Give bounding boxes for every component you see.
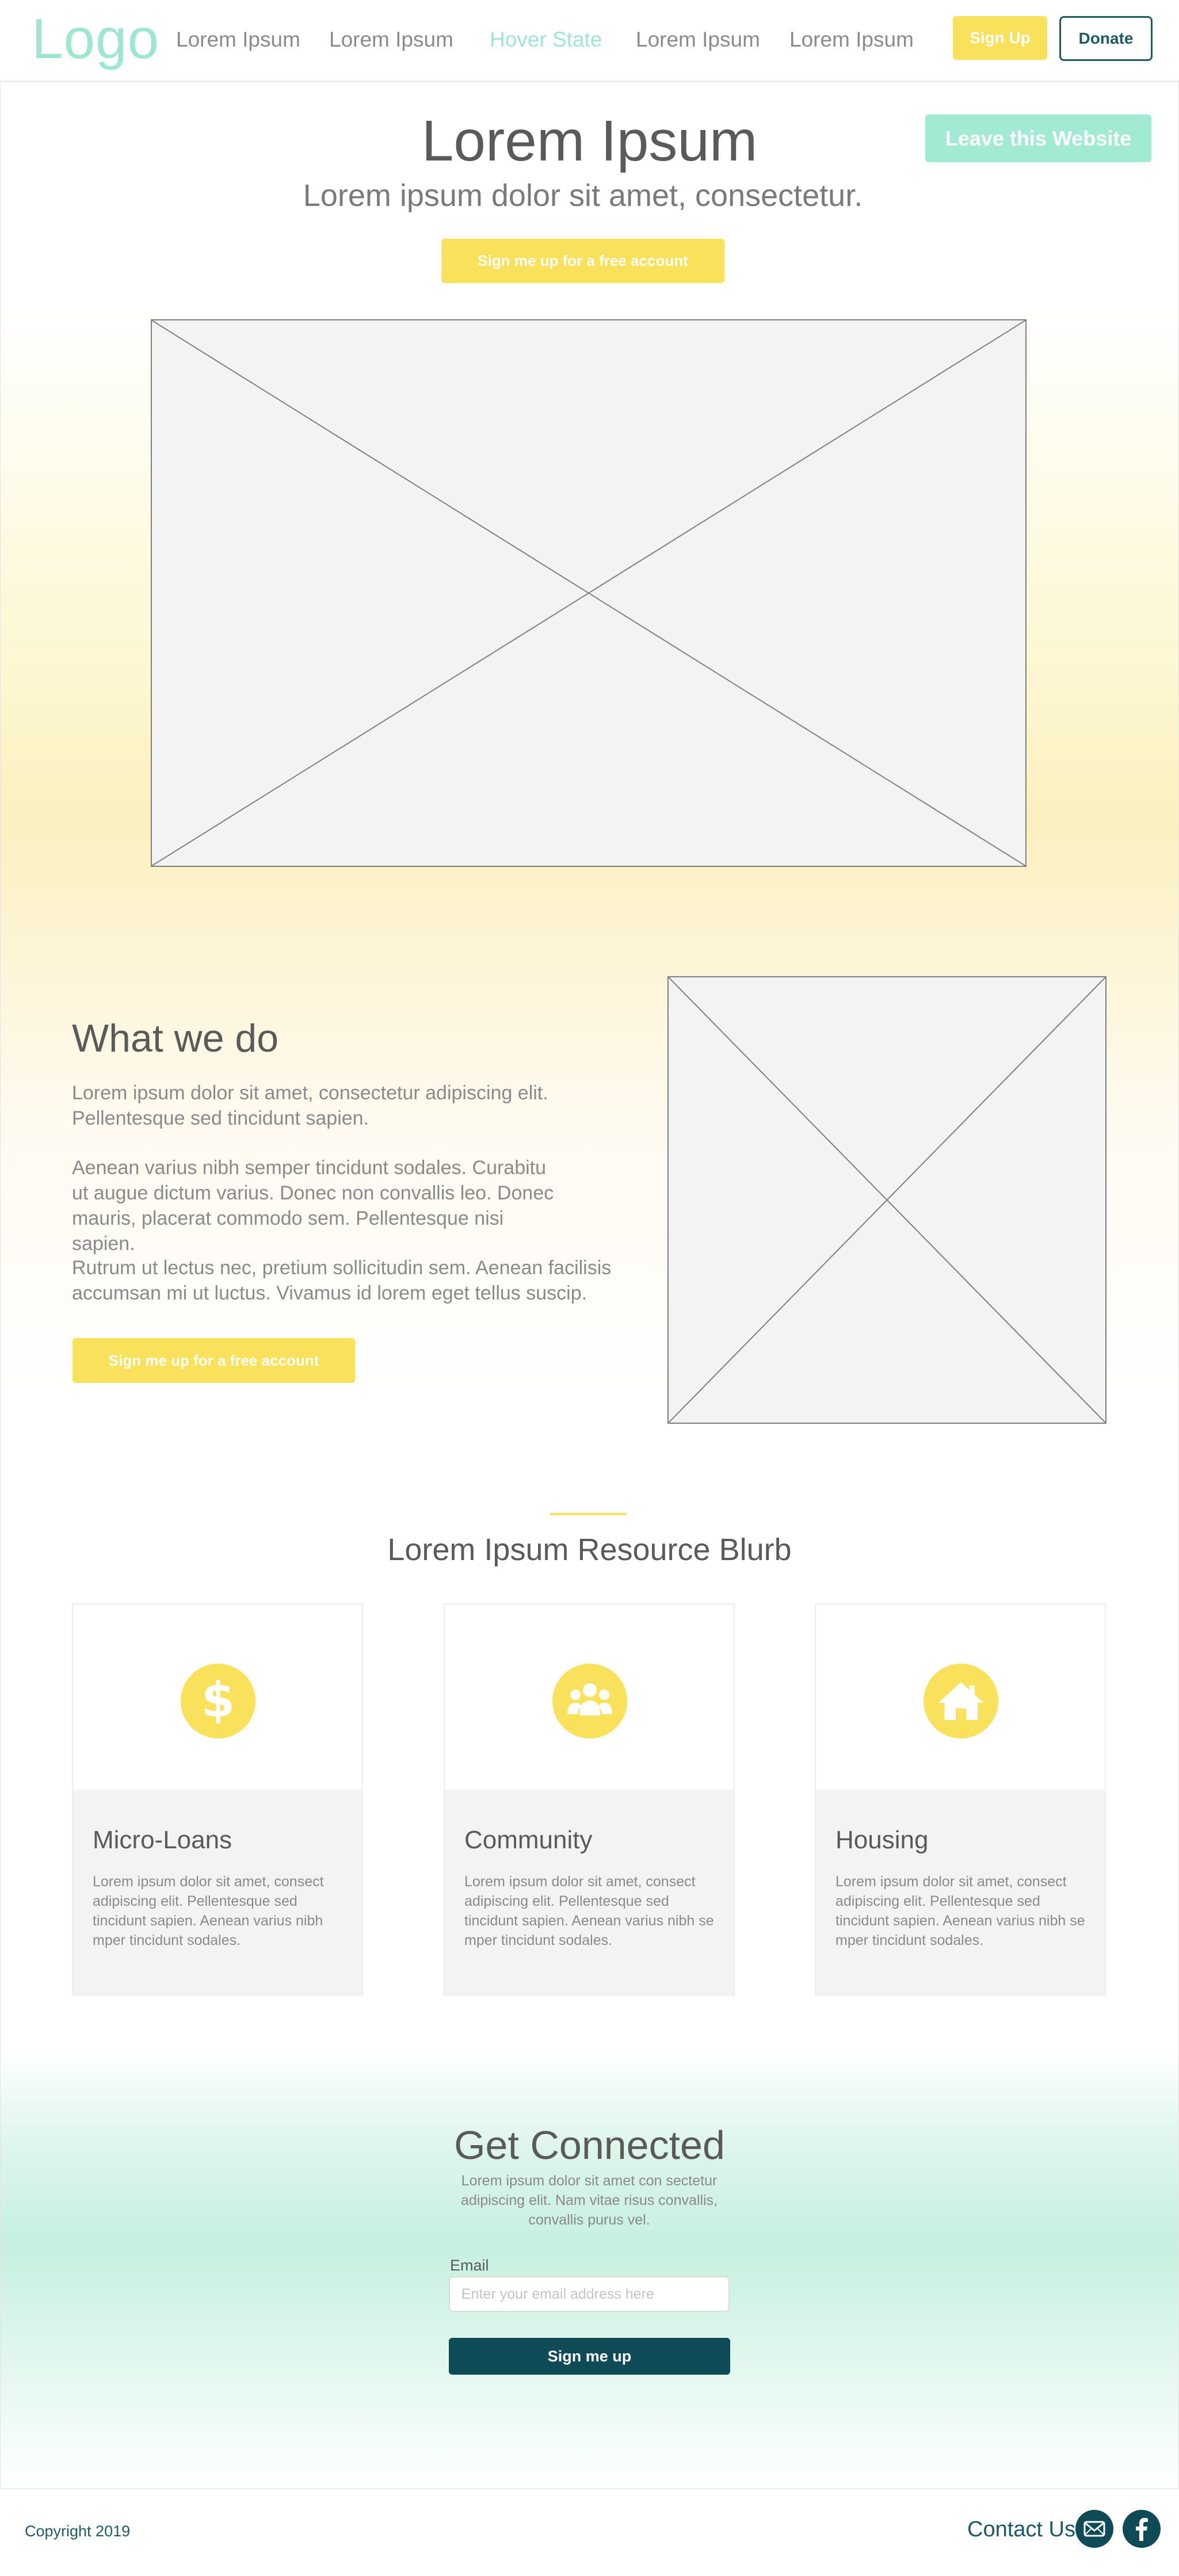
people-icon xyxy=(552,1664,627,1738)
logo[interactable]: Logo xyxy=(32,7,159,70)
resource-card-housing[interactable]: Housing Lorem ipsum dolor sit amet, cons… xyxy=(815,1603,1106,1996)
nav-item-hover[interactable]: Hover State xyxy=(490,25,602,54)
email-field[interactable] xyxy=(449,2276,730,2312)
card-title: Community xyxy=(464,1826,593,1854)
what-we-do-paragraph-2: Aenean varius nibh semper tincidunt soda… xyxy=(72,1157,554,1255)
home-icon xyxy=(924,1664,998,1738)
what-we-do-signup-button[interactable]: Sign me up for a free account xyxy=(73,1338,355,1383)
image-placeholder-cross xyxy=(152,320,1025,866)
card-title: Housing xyxy=(835,1826,929,1854)
resource-card-micro-loans[interactable]: $ Micro-Loans Lorem ipsum dolor sit amet… xyxy=(72,1603,363,1996)
section-divider xyxy=(550,1513,627,1515)
svg-text:$: $ xyxy=(201,1672,235,1728)
what-we-do-paragraph-3: Rutrum ut lectus nec, pretium sollicitud… xyxy=(72,1257,612,1304)
card-title: Micro-Loans xyxy=(93,1826,232,1854)
contact-us-link[interactable]: Contact Us xyxy=(967,2515,1075,2544)
mail-icon[interactable] xyxy=(1075,2510,1113,2548)
what-we-do-image-placeholder xyxy=(667,976,1106,1424)
hero-subtitle: Lorem ipsum dolor sit amet, consectetur. xyxy=(303,178,863,213)
card-text: Lorem ipsum dolor sit amet, consect adip… xyxy=(93,1874,324,1948)
copyright-text: Copyright 2019 xyxy=(25,2523,131,2540)
card-text: Lorem ipsum dolor sit amet, consect adip… xyxy=(464,1874,714,1948)
hero-signup-button[interactable]: Sign me up for a free account xyxy=(441,239,724,283)
nav-item-5[interactable]: Lorem Ipsum xyxy=(789,25,914,54)
nav-item-4[interactable]: Lorem Ipsum xyxy=(636,25,760,54)
facebook-icon[interactable] xyxy=(1123,2510,1161,2548)
nav-item-1[interactable]: Lorem Ipsum xyxy=(176,25,300,54)
nav-item-2[interactable]: Lorem Ipsum xyxy=(329,25,453,54)
resources-title: Lorem Ipsum Resource Blurb xyxy=(387,1532,792,1567)
signup-button[interactable]: Sign Up xyxy=(953,16,1047,60)
resource-card-community[interactable]: Community Lorem ipsum dolor sit amet, co… xyxy=(444,1603,735,1996)
image-placeholder-cross xyxy=(669,977,1105,1423)
card-text: Lorem ipsum dolor sit amet, consect adip… xyxy=(835,1874,1085,1948)
get-connected-title: Get Connected xyxy=(454,2123,725,2168)
what-we-do-title: What we do xyxy=(72,1016,279,1060)
what-we-do-paragraph-1: Lorem ipsum dolor sit amet, consectetur … xyxy=(72,1082,548,1129)
dollar-icon: $ xyxy=(181,1664,255,1738)
donate-button[interactable]: Donate xyxy=(1059,16,1153,61)
get-connected-text: Lorem ipsum dolor sit amet con sectetur … xyxy=(460,2173,718,2228)
hero-image-placeholder xyxy=(151,319,1027,867)
newsletter-signup-button[interactable]: Sign me up xyxy=(449,2338,730,2375)
leave-website-button[interactable]: Leave this Website xyxy=(925,114,1151,162)
email-label: Email xyxy=(450,2257,489,2274)
